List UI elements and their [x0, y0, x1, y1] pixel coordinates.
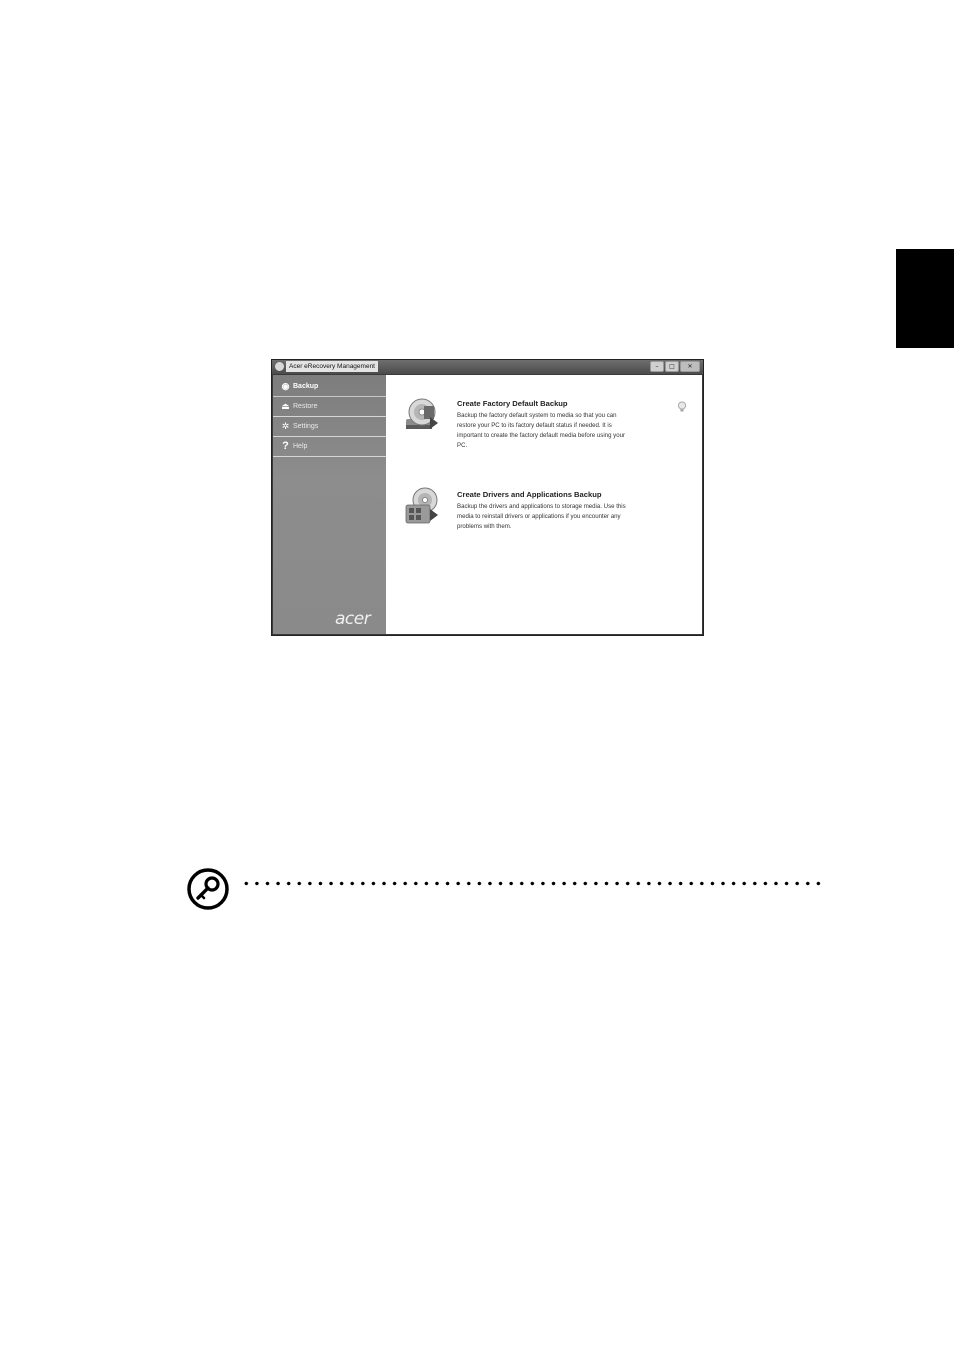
description-line: PC.	[457, 442, 468, 449]
window-controls: – □ ✕	[649, 361, 700, 372]
drivers-apps-backup-icon[interactable]	[403, 487, 441, 525]
drivers-apps-backup-description: Backup the drivers and applications to s…	[457, 502, 669, 532]
restore-icon: ⏏	[281, 401, 290, 411]
sidebar-item-backup[interactable]: ◉ Backup	[273, 377, 386, 397]
sidebar-item-label: Help	[293, 443, 308, 450]
description-line: media to reinstall drivers or applicatio…	[457, 513, 621, 520]
description-line: problems with them.	[457, 523, 512, 530]
key-note-icon	[186, 867, 230, 911]
title-bar[interactable]: Acer eRecovery Management – □ ✕	[272, 360, 703, 374]
sidebar-item-settings[interactable]: ✲ Settings	[273, 417, 386, 437]
description-line: Backup the factory default system to med…	[457, 412, 617, 419]
close-button[interactable]: ✕	[680, 361, 700, 372]
app-icon	[275, 362, 284, 371]
lightbulb-icon	[677, 401, 687, 413]
factory-backup-description: Backup the factory default system to med…	[457, 411, 669, 451]
description-line: Backup the drivers and applications to s…	[457, 503, 626, 510]
sidebar-item-label: Backup	[293, 383, 319, 390]
backup-disc-icon: ◉	[281, 381, 290, 391]
main-panel: Create Factory Default Backup Backup the…	[386, 375, 702, 634]
description-line: restore your PC to its factory default s…	[457, 422, 612, 429]
sidebar-item-label: Restore	[293, 403, 318, 410]
drivers-apps-backup-title[interactable]: Create Drivers and Applications Backup	[457, 490, 601, 499]
acer-erecovery-window: Acer eRecovery Management – □ ✕ ◉ Backup…	[271, 359, 704, 636]
factory-backup-disc-icon[interactable]	[403, 397, 441, 435]
factory-backup-title[interactable]: Create Factory Default Backup	[457, 399, 568, 408]
acer-logo: acer	[335, 609, 371, 629]
window-client: ◉ Backup ⏏ Restore ✲ Settings ? Help ace…	[273, 375, 702, 634]
question-icon: ?	[282, 440, 289, 452]
gear-icon: ✲	[281, 421, 290, 431]
minimize-button[interactable]: –	[650, 361, 664, 372]
note-separator	[241, 881, 827, 886]
sidebar-item-restore[interactable]: ⏏ Restore	[273, 397, 386, 417]
maximize-button[interactable]: □	[665, 361, 679, 372]
window-title: Acer eRecovery Management	[286, 361, 378, 372]
sidebar-item-label: Settings	[293, 423, 319, 430]
sidebar: ◉ Backup ⏏ Restore ✲ Settings ? Help ace…	[273, 375, 386, 634]
sidebar-item-help[interactable]: ? Help	[273, 437, 386, 457]
chapter-tab	[896, 249, 954, 348]
description-line: important to create the factory default …	[457, 432, 626, 439]
